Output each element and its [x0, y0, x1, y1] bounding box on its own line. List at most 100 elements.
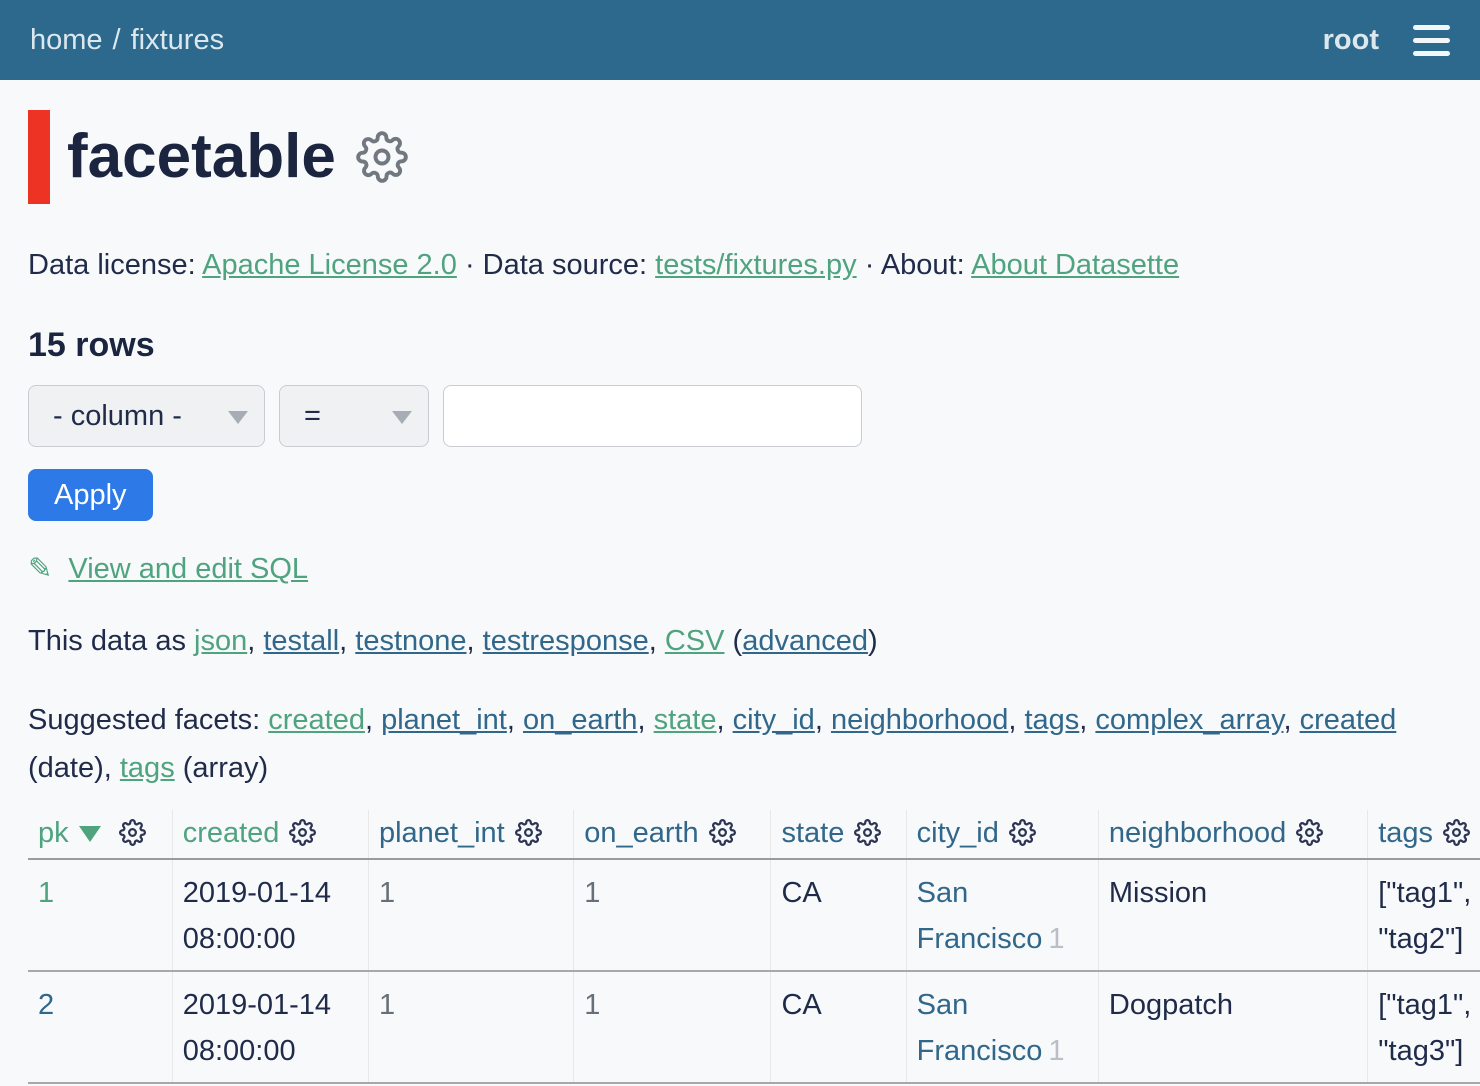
- table-row: 1 2019-01-14 08:00:00 1 1 CA San Francis…: [28, 859, 1480, 971]
- cell-on-earth: 1: [574, 859, 771, 971]
- sort-link-planet-int[interactable]: planet_int: [379, 817, 505, 849]
- facet-separator: ,: [1008, 704, 1024, 736]
- cell-tags: ["tag1", "tag3"]: [1368, 971, 1480, 1083]
- export-link-testall[interactable]: testall: [263, 625, 339, 657]
- filter-op-select[interactable]: =: [279, 385, 429, 447]
- chevron-down-icon: [228, 411, 248, 424]
- facet-separator: ,: [1079, 704, 1095, 736]
- page-title: facetable: [28, 110, 1452, 204]
- logged-in-user-link[interactable]: root: [1323, 24, 1379, 57]
- sort-link-on-earth[interactable]: on_earth: [584, 817, 699, 849]
- sql-line: ✎ View and edit SQL: [28, 551, 1452, 586]
- about-label: About:: [881, 249, 965, 281]
- cell-tags: ["tag1", "tag2"]: [1368, 859, 1480, 971]
- separator-dot: ·: [865, 249, 875, 281]
- facet-link-created-date[interactable]: created: [1300, 704, 1397, 736]
- gear-icon[interactable]: [854, 819, 881, 846]
- cell-city-id: San Francisco1: [906, 971, 1098, 1083]
- nav-right: root: [1323, 21, 1450, 60]
- row-pk-link[interactable]: 2: [38, 989, 54, 1021]
- facet-link-created[interactable]: created: [268, 704, 365, 736]
- sort-link-city-id[interactable]: city_id: [917, 817, 999, 849]
- about-link[interactable]: About Datasette: [971, 249, 1179, 281]
- facet-separator: ,: [716, 704, 732, 736]
- facet-link-tags[interactable]: tags: [1024, 704, 1079, 736]
- facet-link-tags-array[interactable]: tags: [120, 752, 175, 784]
- table-row: 2 2019-01-14 08:00:00 1 1 CA San Francis…: [28, 971, 1480, 1083]
- export-separator: ): [868, 625, 878, 657]
- filter-column-select[interactable]: - column -: [28, 385, 265, 447]
- gear-icon[interactable]: [1296, 819, 1323, 846]
- facet-separator: ,: [507, 704, 523, 736]
- top-nav-bar: home / fixtures root: [0, 0, 1480, 80]
- facet-link-complex-array[interactable]: complex_array: [1095, 704, 1283, 736]
- facet-link-on-earth[interactable]: on_earth: [523, 704, 638, 736]
- cell-on-earth: 1: [574, 971, 771, 1083]
- breadcrumb-database[interactable]: fixtures: [131, 24, 224, 56]
- license-link[interactable]: Apache License 2.0: [202, 249, 457, 281]
- export-separator: (: [724, 625, 742, 657]
- sort-link-tags[interactable]: tags: [1378, 817, 1433, 849]
- cell-planet-int: 1: [368, 971, 573, 1083]
- export-link-json[interactable]: json: [194, 625, 247, 657]
- cell-state: CA: [771, 971, 906, 1083]
- sort-link-pk[interactable]: pk: [38, 817, 69, 849]
- gear-icon[interactable]: [119, 819, 146, 846]
- city-link[interactable]: San Francisco: [917, 877, 1043, 955]
- export-link-testresponse[interactable]: testresponse: [483, 625, 649, 657]
- cell-state: CA: [771, 859, 906, 971]
- facet-link-state[interactable]: state: [654, 704, 717, 736]
- sort-link-state[interactable]: state: [781, 817, 844, 849]
- facet-separator: ,: [815, 704, 831, 736]
- export-separator: ,: [649, 625, 665, 657]
- separator-dot: ·: [465, 249, 475, 281]
- facet-separator: (date),: [28, 752, 120, 784]
- results-table: pk created planet_int on_earth state: [28, 810, 1480, 1084]
- export-separator: ,: [339, 625, 355, 657]
- breadcrumb-home[interactable]: home: [30, 24, 103, 56]
- cell-created: 2019-01-14 08:00:00: [172, 971, 368, 1083]
- gear-icon[interactable]: [709, 819, 736, 846]
- sort-link-neighborhood[interactable]: neighborhood: [1109, 817, 1286, 849]
- cell-neighborhood: Dogpatch: [1098, 971, 1367, 1083]
- gear-icon[interactable]: [1443, 819, 1470, 846]
- breadcrumb-separator: /: [113, 24, 121, 56]
- export-link-advanced[interactable]: advanced: [742, 625, 868, 657]
- cell-pk: 2: [28, 971, 172, 1083]
- export-separator: ,: [467, 625, 483, 657]
- export-link-csv[interactable]: CSV: [665, 625, 725, 657]
- cell-planet-int: 1: [368, 859, 573, 971]
- facet-separator: ,: [365, 704, 381, 736]
- city-id-value: 1: [1048, 1035, 1064, 1067]
- sort-link-created[interactable]: created: [183, 817, 280, 849]
- row-count: 15 rows: [28, 325, 1452, 365]
- apply-button[interactable]: Apply: [28, 469, 153, 521]
- gear-icon[interactable]: [356, 131, 408, 183]
- column-header-tags: tags: [1368, 810, 1480, 859]
- facet-link-planet-int[interactable]: planet_int: [381, 704, 507, 736]
- breadcrumb: home / fixtures: [30, 24, 224, 57]
- source-link[interactable]: tests/fixtures.py: [655, 249, 856, 281]
- filter-op-value: =: [304, 400, 321, 433]
- facet-link-city-id[interactable]: city_id: [733, 704, 815, 736]
- facet-link-neighborhood[interactable]: neighborhood: [831, 704, 1008, 736]
- row-pk-link[interactable]: 1: [38, 877, 54, 909]
- gear-icon[interactable]: [1009, 819, 1036, 846]
- city-link[interactable]: San Francisco: [917, 989, 1043, 1067]
- menu-icon[interactable]: [1413, 21, 1450, 60]
- export-prefix: This data as: [28, 625, 186, 657]
- export-link-testnone[interactable]: testnone: [355, 625, 466, 657]
- column-header-on-earth: on_earth: [574, 810, 771, 859]
- cell-pk: 1: [28, 859, 172, 971]
- column-header-city-id: city_id: [906, 810, 1098, 859]
- filter-column-value: - column -: [53, 400, 182, 433]
- facet-separator: (array): [175, 752, 268, 784]
- main-content: facetable Data license: Apache License 2…: [0, 110, 1480, 1084]
- filter-value-input[interactable]: [443, 385, 862, 447]
- view-edit-sql-link[interactable]: View and edit SQL: [68, 553, 308, 585]
- cell-created: 2019-01-14 08:00:00: [172, 859, 368, 971]
- gear-icon[interactable]: [515, 819, 542, 846]
- source-label: Data source:: [483, 249, 647, 281]
- gear-icon[interactable]: [289, 819, 316, 846]
- pencil-icon: ✎: [28, 551, 52, 585]
